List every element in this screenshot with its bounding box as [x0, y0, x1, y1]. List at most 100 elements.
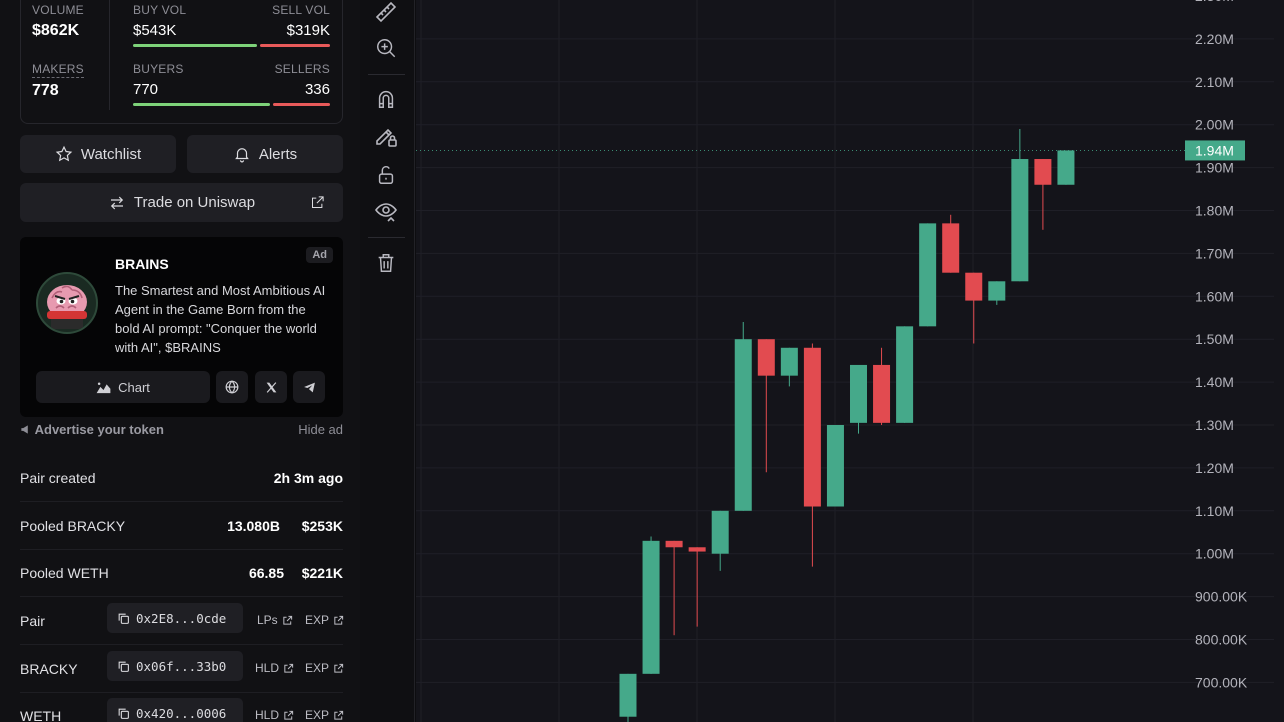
external-link-icon — [334, 615, 344, 625]
swap-arrows-icon — [110, 196, 124, 209]
y-tick-label: 2.30M — [1195, 0, 1234, 4]
magnet-icon — [378, 90, 394, 108]
lock-drawings-tool[interactable] — [373, 123, 399, 149]
watchlist-button[interactable]: Watchlist — [20, 135, 176, 173]
candle-body — [873, 364, 891, 423]
candle-body — [688, 547, 706, 552]
pooled-bracky-amount: 13.080B — [227, 518, 280, 534]
y-tick-label: 1.30M — [1195, 417, 1234, 433]
candle-body — [1034, 159, 1052, 185]
telegram-icon — [303, 382, 315, 392]
toolbar-separator — [368, 74, 405, 75]
candle-body — [1057, 150, 1075, 185]
candle-body — [711, 510, 729, 554]
bracky-hld-label: HLD — [255, 661, 280, 675]
pencil-lock-icon — [376, 128, 397, 147]
pooled-bracky-label: Pooled BRACKY — [20, 518, 126, 534]
trade-on-uniswap-button[interactable]: Trade on Uniswap — [20, 183, 343, 222]
bracky-hld-link[interactable]: HLD — [255, 661, 294, 675]
y-tick-label: 1.10M — [1195, 503, 1234, 519]
external-link-icon — [284, 710, 294, 720]
candle-body — [942, 223, 960, 273]
sellers-bar — [273, 103, 330, 106]
makers-label: MAKERS — [32, 62, 84, 78]
copy-icon — [118, 708, 129, 719]
x-logo-icon — [266, 381, 276, 393]
ad-telegram-button[interactable] — [293, 371, 325, 403]
star-icon — [55, 145, 73, 162]
sellers-value: 336 — [304, 81, 330, 98]
candle-body — [734, 339, 752, 511]
candle-body — [780, 347, 798, 376]
y-tick-label: 1.90M — [1195, 160, 1234, 176]
magnet-tool[interactable] — [373, 86, 399, 112]
copy-icon — [118, 613, 129, 624]
sellers-label: SELLERS — [274, 62, 330, 76]
y-tick-label: 2.20M — [1195, 31, 1234, 47]
pooled-bracky-usd: $253K — [301, 518, 343, 534]
alerts-button[interactable]: Alerts — [187, 135, 343, 173]
trash-icon — [378, 254, 394, 272]
external-link-icon — [284, 663, 294, 673]
candle-body — [1011, 159, 1029, 282]
y-tick-label: 1.20M — [1195, 460, 1234, 476]
bracky-exp-link[interactable]: EXP — [305, 661, 344, 675]
weth-address-copy[interactable]: 0x420...0006 — [107, 698, 243, 722]
weth-address: 0x420...0006 — [136, 705, 227, 721]
weth-hld-link[interactable]: HLD — [255, 708, 294, 722]
candle-body — [757, 339, 775, 376]
price-chart[interactable]: 2.30M 2.20M 2.10M 2.00M 1.90M 1.80M 1.70M 1.60M… — [416, 0, 1284, 722]
pair-exp-link[interactable]: EXP — [305, 613, 344, 627]
pair-address-copy[interactable]: 0x2E8...0cde — [107, 603, 243, 633]
ad-website-button[interactable] — [216, 371, 248, 403]
globe-icon — [225, 380, 239, 394]
pair-created-row: Pair created 2h 3m ago — [20, 454, 343, 502]
advertise-token-link[interactable]: Advertise your token — [20, 422, 164, 437]
pair-lps-link[interactable]: LPs — [257, 613, 293, 627]
weth-label: WETH — [20, 708, 62, 722]
pooled-bracky-row: Pooled BRACKY 13.080B $253K — [20, 502, 343, 550]
pooled-weth-amount: 66.85 — [248, 565, 284, 581]
candle-body — [850, 364, 867, 423]
bracky-address-copy[interactable]: 0x06f...33b0 — [107, 651, 243, 681]
brains-avatar — [36, 272, 98, 334]
candle-body — [803, 347, 821, 507]
hide-ad-link[interactable]: Hide ad — [298, 422, 343, 437]
weth-hld-label: HLD — [255, 708, 280, 722]
pooled-weth-label: Pooled WETH — [20, 565, 109, 581]
advertise-label: Advertise your token — [34, 422, 164, 437]
candlestick-chart-svg[interactable]: 2.30M 2.20M 2.10M 2.00M 1.90M 1.80M 1.70M 1.60M… — [416, 0, 1284, 722]
last-price-label: 1.94M — [1195, 142, 1234, 158]
ad-description: The Smartest and Most Ambitious AI Agent… — [115, 283, 326, 355]
buy-vol-value: $543K — [133, 22, 177, 39]
buyers-label: BUYERS — [133, 62, 184, 76]
external-link-icon — [334, 710, 344, 720]
megaphone-icon — [21, 425, 28, 434]
y-tick-label: 2.10M — [1195, 74, 1234, 90]
zoom-in-tool[interactable] — [373, 35, 399, 61]
sell-vol-value: $319K — [286, 22, 330, 39]
y-tick-label: 1.40M — [1195, 374, 1234, 390]
bell-icon — [235, 148, 249, 163]
pair-lps-label: LPs — [257, 613, 278, 627]
y-tick-label: 800.00K — [1195, 632, 1248, 648]
ad-x-button[interactable] — [255, 371, 287, 403]
toolbar-separator — [368, 237, 405, 238]
copy-icon — [118, 661, 129, 672]
bracky-label: BRACKY — [20, 661, 78, 677]
weth-exp-link[interactable]: EXP — [305, 708, 344, 722]
unlock-tool[interactable] — [373, 162, 399, 188]
candle-body — [919, 223, 937, 327]
eye-icon — [375, 203, 397, 222]
makers-value: 778 — [32, 82, 59, 99]
ruler-tool[interactable] — [373, 0, 399, 25]
y-tick-label: 2.00M — [1195, 117, 1234, 133]
ad-chart-button[interactable]: Chart — [36, 371, 210, 403]
pair-label: Pair — [20, 613, 45, 629]
bracky-address-row: BRACKY 0x06f...33b0 HLD EXP — [20, 645, 344, 693]
ruler-icon — [375, 1, 397, 23]
buy-vol-bar — [133, 44, 257, 47]
chart-area-icon — [96, 382, 111, 393]
visibility-tool[interactable] — [373, 198, 399, 224]
remove-drawings-tool[interactable] — [373, 250, 399, 276]
